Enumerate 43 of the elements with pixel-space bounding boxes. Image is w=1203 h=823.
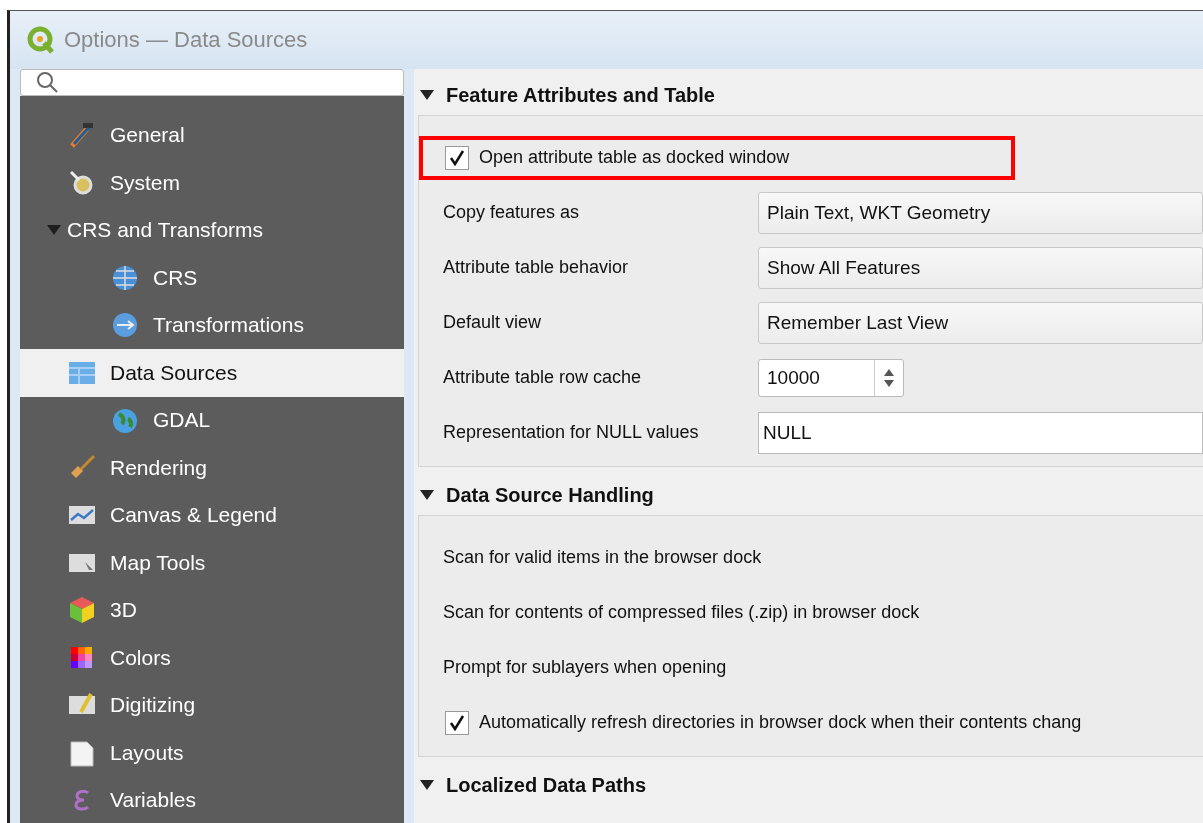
field-label: Default view bbox=[443, 312, 543, 333]
section-title: Localized Data Paths bbox=[446, 773, 647, 797]
field-label: Attribute table row cache bbox=[443, 367, 643, 388]
q-logo-icon bbox=[26, 25, 56, 55]
highlighted-checkbox-row[interactable]: Open attribute table as docked window bbox=[419, 135, 1015, 180]
sidebar-item[interactable]: Rendering bbox=[20, 444, 404, 492]
field-label: Representation for NULL values bbox=[443, 422, 700, 443]
spin-box[interactable]: 10000 bbox=[758, 358, 904, 397]
cube-icon bbox=[67, 595, 97, 626]
sidebar-item[interactable]: Transformations bbox=[20, 301, 404, 349]
window-title: Options — Data Sources bbox=[64, 27, 308, 53]
checkbox[interactable] bbox=[445, 145, 469, 170]
sidebar-item[interactable]: Digitizing bbox=[20, 681, 404, 729]
sidebar-item[interactable]: General bbox=[20, 111, 404, 159]
field-label: Prompt for sublayers when opening bbox=[443, 657, 727, 678]
checkbox[interactable] bbox=[445, 710, 469, 735]
sidebar-item[interactable]: CRS bbox=[20, 254, 404, 302]
collapse-arrow-icon[interactable] bbox=[420, 90, 434, 100]
field-label: Scan for contents of compressed files (.zip) in browser dock bbox=[443, 602, 920, 623]
field-label: Copy features as bbox=[443, 202, 581, 223]
dropdown[interactable]: Show All Features bbox=[758, 246, 1203, 289]
sidebar-item[interactable]: GDAL bbox=[20, 396, 404, 444]
sidebar-item[interactable]: Map Tools bbox=[20, 539, 404, 587]
checkbox-row[interactable]: Automatically refresh directories in browser dock when their contents chang bbox=[419, 700, 1100, 745]
sidebar-item[interactable]: Colors bbox=[20, 634, 404, 682]
field-label: Attribute table behavior bbox=[443, 257, 630, 278]
section-title: Feature Attributes and Table bbox=[446, 83, 715, 107]
sidebar-item[interactable]: Variables bbox=[20, 776, 404, 823]
input-field[interactable]: NULL bbox=[758, 411, 1203, 454]
sidebar-item[interactable]: Layouts bbox=[20, 729, 404, 777]
field-label: Scan for valid items in the browser dock bbox=[443, 547, 762, 568]
sidebar-item[interactable]: CRS and Transforms bbox=[20, 206, 404, 254]
search-field[interactable] bbox=[20, 69, 404, 96]
sidebar-item[interactable]: Canvas & Legend bbox=[20, 491, 404, 539]
collapse-arrow-icon[interactable] bbox=[420, 490, 434, 500]
search-icon bbox=[35, 70, 59, 95]
sidebar-item[interactable]: Data Sources bbox=[20, 349, 404, 397]
sidebar-item[interactable]: 3D bbox=[20, 586, 404, 634]
collapse-arrow-icon[interactable] bbox=[420, 780, 434, 790]
sidebar-item[interactable]: System bbox=[20, 159, 404, 207]
section-title: Data Source Handling bbox=[446, 483, 654, 507]
dropdown[interactable]: Remember Last View bbox=[758, 301, 1203, 344]
dropdown[interactable]: Plain Text, WKT Geometry bbox=[758, 191, 1203, 234]
